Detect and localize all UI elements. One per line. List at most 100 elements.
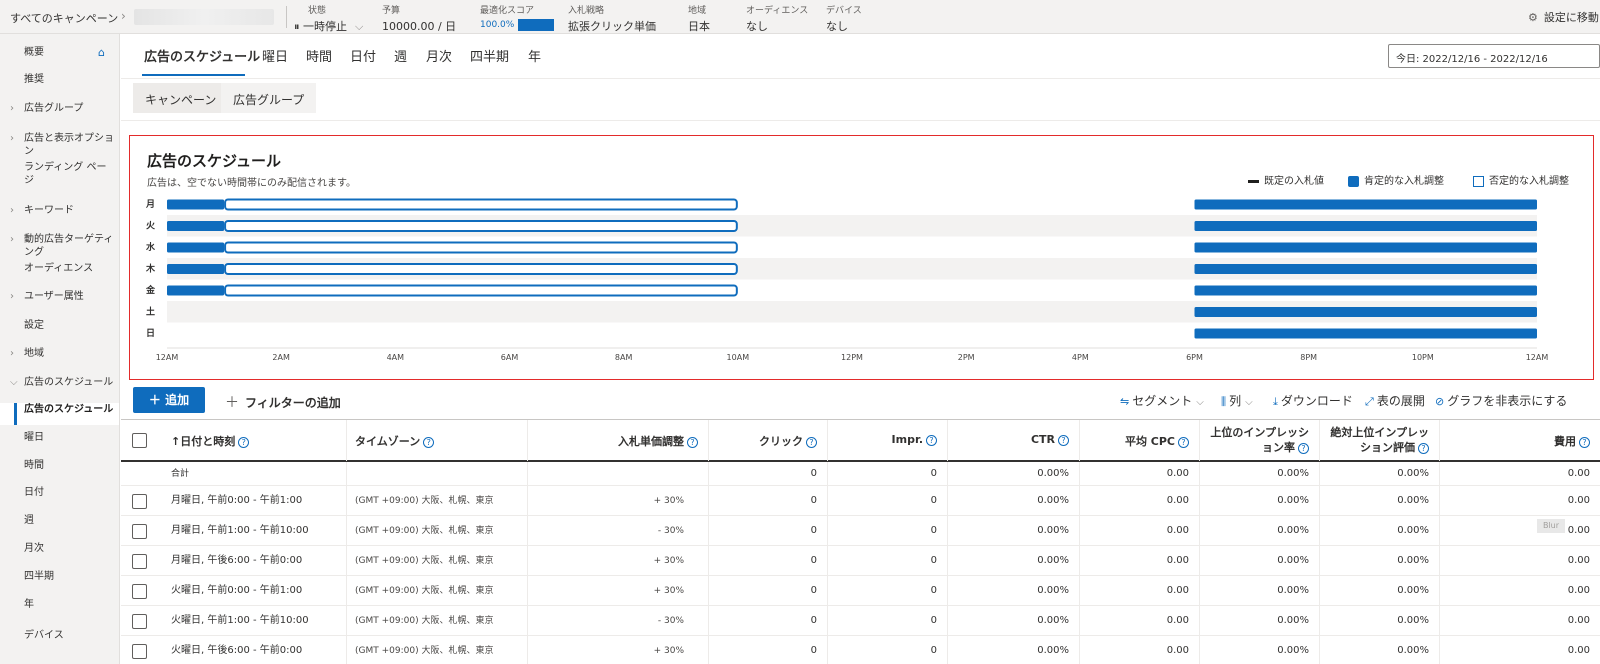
audience-field[interactable]: オーディエンス なし xyxy=(746,3,808,34)
sidebar-item[interactable]: ⌵ 広告のスケジュール xyxy=(0,376,119,389)
schedule-bar-positive[interactable] xyxy=(1194,221,1538,231)
help-icon[interactable]: ? xyxy=(1418,443,1429,454)
schedule-bar-positive[interactable] xyxy=(167,285,225,296)
sidebar-item[interactable]: 広告のスケジュール xyxy=(0,403,119,425)
column-header[interactable]: 平均 CPC? xyxy=(1079,420,1199,461)
sidebar-item[interactable]: 年 xyxy=(0,598,119,611)
bid-strategy[interactable]: 入札戦略 拡張クリック単価 xyxy=(568,3,656,34)
row-checkbox[interactable] xyxy=(132,554,147,569)
schedule-bar-negative[interactable] xyxy=(224,220,738,232)
help-icon[interactable]: ? xyxy=(1178,437,1189,448)
sidebar-item[interactable]: 時間 xyxy=(0,459,119,472)
sidebar-item[interactable]: 設定 xyxy=(0,319,119,332)
sidebar-item-label: 広告のスケジュール xyxy=(24,377,114,388)
schedule-bar-positive[interactable] xyxy=(1194,264,1538,274)
column-header[interactable]: 絶対上位インプレッション評価? xyxy=(1319,420,1439,461)
date-range-value: 今日: 2022/12/16 - 2022/12/16 xyxy=(1396,54,1548,65)
tab[interactable]: 曜日 xyxy=(262,46,288,65)
column-header[interactable]: クリック? xyxy=(708,420,827,461)
column-header[interactable]: ↑日付と時刻? xyxy=(163,420,346,461)
sidebar-item[interactable]: 四半期 xyxy=(0,570,119,583)
row-checkbox[interactable] xyxy=(132,614,147,629)
sidebar-item[interactable]: › ユーザー属性 xyxy=(0,290,119,303)
sidebar-item[interactable]: 推奨 xyxy=(0,73,119,86)
sidebar-item[interactable]: 週 xyxy=(0,514,119,527)
row-checkbox[interactable] xyxy=(132,524,147,539)
help-icon[interactable]: ? xyxy=(687,437,698,448)
campaign-name-blurred[interactable] xyxy=(134,9,274,25)
column-header[interactable]: 費用? xyxy=(1439,420,1600,461)
sidebar-item[interactable]: › 広告グループ xyxy=(0,102,119,115)
device-field[interactable]: デバイス なし xyxy=(826,3,862,34)
help-icon[interactable]: ? xyxy=(806,437,817,448)
schedule-bar-positive[interactable] xyxy=(167,264,225,274)
column-header[interactable]: タイムゾーン? xyxy=(346,420,527,461)
tab[interactable]: 日付 xyxy=(350,46,376,65)
schedule-bar-negative[interactable] xyxy=(224,284,738,297)
schedule-bar-positive[interactable] xyxy=(1194,328,1538,339)
download-button[interactable]: ⤓ ダウンロード xyxy=(1273,392,1353,409)
optimization-score[interactable]: 最適化スコア 100.0% xyxy=(480,3,555,31)
sidebar-item[interactable]: › 動的広告ターゲティング xyxy=(0,233,119,258)
tab[interactable]: 週 xyxy=(394,46,407,65)
sidebar-item[interactable]: デバイス xyxy=(0,629,119,642)
schedule-bar-negative[interactable] xyxy=(224,198,738,211)
sidebar-item[interactable]: 月次 xyxy=(0,542,119,555)
column-header[interactable]: 入札単価調整? xyxy=(527,420,708,461)
help-icon[interactable]: ? xyxy=(926,435,937,446)
schedule-bar-negative[interactable] xyxy=(224,241,738,254)
sidebar-item[interactable]: ランディング ページ xyxy=(0,161,119,193)
table-cell: 0.00% xyxy=(1199,606,1319,636)
expand-table-button[interactable]: ⤢ 表の展開 xyxy=(1365,392,1425,409)
help-icon[interactable]: ? xyxy=(1579,437,1590,448)
row-checkbox[interactable] xyxy=(132,584,147,599)
tab[interactable]: 時間 xyxy=(306,46,332,65)
column-header[interactable]: CTR? xyxy=(947,420,1079,461)
row-checkbox[interactable] xyxy=(132,644,147,659)
help-icon[interactable]: ? xyxy=(1058,435,1069,446)
schedule-bar-positive[interactable] xyxy=(167,242,225,253)
help-icon[interactable]: ? xyxy=(1298,443,1309,454)
breadcrumb-all-campaigns[interactable]: すべてのキャンペーン xyxy=(10,10,118,26)
tab[interactable]: 四半期 xyxy=(470,46,509,65)
add-filter-button[interactable]: ＋ フィルターの追加 xyxy=(225,392,341,412)
day-label: 木 xyxy=(145,263,156,275)
sidebar-item[interactable]: › キーワード xyxy=(0,204,119,217)
column-header[interactable]: Impr.? xyxy=(827,420,947,461)
schedule-bar-positive[interactable] xyxy=(1194,199,1538,210)
date-range-picker[interactable]: 今日: 2022/12/16 - 2022/12/16 xyxy=(1388,44,1600,68)
help-icon[interactable]: ? xyxy=(238,437,250,448)
budget-field[interactable]: 予算 10000.00 / 日 xyxy=(382,3,456,34)
tab[interactable]: 広告のスケジュール xyxy=(144,46,260,65)
columns-button[interactable]: ⫼ 列 ⌵ xyxy=(1221,392,1253,409)
sidebar-item[interactable]: › 広告と表示オプション xyxy=(0,132,119,157)
row-checkbox[interactable] xyxy=(132,494,147,509)
table-cell: 0.00 xyxy=(1439,636,1600,664)
schedule-bar-negative[interactable] xyxy=(224,263,738,275)
segment-button[interactable]: ⇋ セグメント ⌵ xyxy=(1120,392,1204,409)
sidebar-item[interactable]: 概要 ⌂ xyxy=(0,46,119,59)
add-button[interactable]: ＋ 追加 xyxy=(133,387,205,413)
schedule-chart: 月火水木金土日 12AM 2AM 4AM 6AM 8AM 10AM 12PM 2PM 4PM 6PM… xyxy=(145,198,1548,362)
region-field[interactable]: 地域 日本 xyxy=(688,3,710,34)
level-tab-campaign[interactable]: キャンペーン xyxy=(133,83,229,113)
hide-chart-button[interactable]: ⊘ グラフを非表示にする xyxy=(1435,392,1567,409)
schedule-bar-positive[interactable] xyxy=(1194,307,1538,317)
sidebar-item[interactable]: 日付 xyxy=(0,486,119,499)
column-header[interactable]: 上位のインプレッション率? xyxy=(1199,420,1319,461)
sidebar-item[interactable]: 曜日 xyxy=(0,431,119,444)
tab[interactable]: 年 xyxy=(528,46,541,65)
status-field[interactable]: 状態 ⏸ 一時停止 ⌵ xyxy=(294,3,363,34)
schedule-bar-positive[interactable] xyxy=(167,199,225,210)
schedule-bar-positive[interactable] xyxy=(1194,285,1538,296)
sidebar-item[interactable]: オーディエンス xyxy=(0,262,119,275)
go-to-settings[interactable]: ⚙ 設定に移動 xyxy=(1528,9,1599,25)
table-cell: - 30% xyxy=(527,606,708,636)
level-tab-adgroup[interactable]: 広告グループ xyxy=(221,83,317,113)
sidebar-item[interactable]: › 地域 xyxy=(0,347,119,360)
schedule-bar-positive[interactable] xyxy=(167,221,225,231)
schedule-bar-positive[interactable] xyxy=(1194,242,1538,253)
select-all-checkbox[interactable] xyxy=(132,433,147,448)
help-icon[interactable]: ? xyxy=(423,437,435,448)
tab[interactable]: 月次 xyxy=(426,46,452,65)
